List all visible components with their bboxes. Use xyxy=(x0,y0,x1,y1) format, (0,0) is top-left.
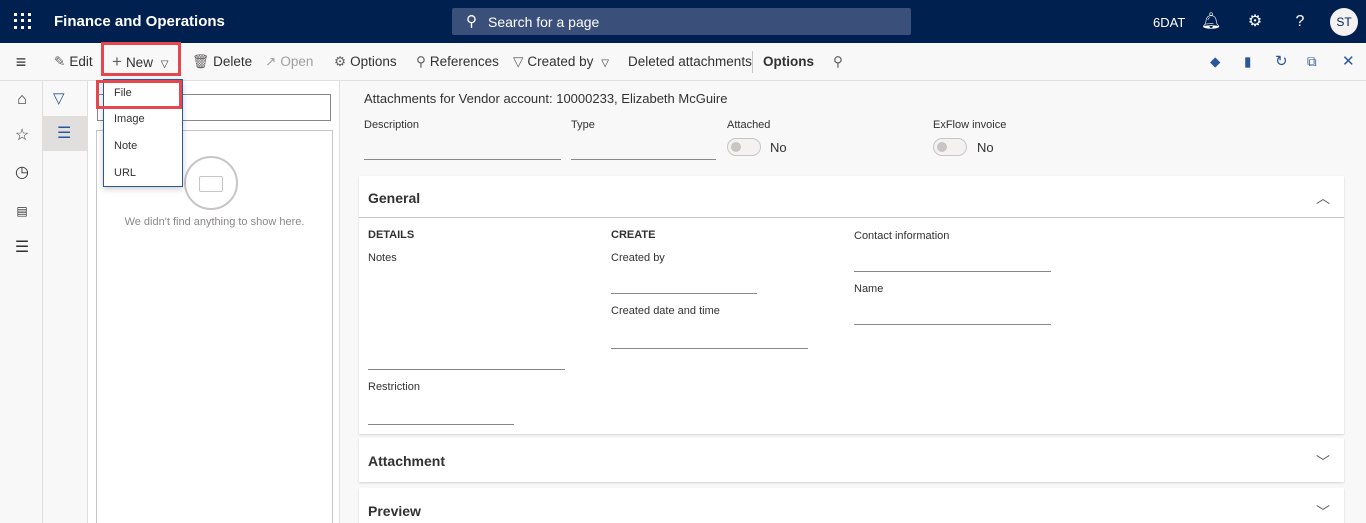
edit-label: Edit xyxy=(69,54,93,69)
app-title[interactable]: Finance and Operations xyxy=(54,13,225,30)
general-header[interactable]: General ︿ xyxy=(359,176,1344,218)
search-box[interactable]: ⚲ Search for a page xyxy=(452,8,911,35)
search-icon[interactable]: ⚲ xyxy=(833,43,843,81)
delete-button[interactable]: 🗑︎ Delete xyxy=(192,43,252,81)
exflow-label: ExFlow invoice xyxy=(933,119,1007,131)
new-button[interactable]: + New ▽ xyxy=(112,43,168,81)
empty-folder-icon xyxy=(184,156,238,210)
created-by-label: Created by xyxy=(527,54,594,69)
description-field[interactable] xyxy=(364,159,561,160)
plus-icon: + xyxy=(112,52,122,71)
create-group-header: CREATE xyxy=(611,229,656,241)
details-group-header: DETAILS xyxy=(368,229,415,241)
created-by-field[interactable] xyxy=(611,293,757,294)
attachment-fasttab[interactable]: Attachment ﹀ xyxy=(359,438,1344,482)
options-tab[interactable]: Options xyxy=(763,43,814,81)
top-navigation-bar: Finance and Operations ⚲ Search for a pa… xyxy=(0,0,1366,43)
modules-list-icon[interactable]: ☰ xyxy=(11,237,33,259)
navigation-pane: ⌂ ☆ ◷ ▤ ☰ xyxy=(0,81,43,523)
hamburger-icon[interactable]: ≡ xyxy=(10,51,32,73)
chevron-up-icon: ︿ xyxy=(1316,190,1330,206)
separator xyxy=(752,51,753,73)
preview-title: Preview xyxy=(368,503,421,519)
chevron-down-icon: ﹀ xyxy=(1316,504,1330,520)
search-icon: ⚲ xyxy=(416,54,426,69)
notes-label: Notes xyxy=(368,252,397,264)
gear-icon[interactable]: ⚙ xyxy=(1243,10,1267,34)
contact-info-field[interactable] xyxy=(854,271,1051,272)
chevron-down-icon: ﹀ xyxy=(1316,454,1330,470)
office-icon[interactable]: ▮ xyxy=(1244,43,1251,81)
pencil-icon: ✎ xyxy=(54,54,66,69)
chevron-down-icon: ▽ xyxy=(601,58,609,69)
close-icon[interactable]: ✕ xyxy=(1342,43,1355,81)
type-field[interactable] xyxy=(571,159,716,160)
options-label: Options xyxy=(350,54,397,69)
delete-label: Delete xyxy=(213,54,253,69)
menu-item-url[interactable]: URL xyxy=(104,160,182,187)
app-launcher-icon[interactable] xyxy=(8,7,36,35)
workspace-icon[interactable]: ▤ xyxy=(11,200,33,222)
home-icon[interactable]: ⌂ xyxy=(11,89,33,111)
name-field[interactable] xyxy=(854,324,1051,325)
list-pane-rail: ▽ ☰ xyxy=(43,81,88,523)
description-label: Description xyxy=(364,119,420,131)
deleted-attachments-button[interactable]: Deleted attachments xyxy=(628,43,752,81)
notes-field[interactable] xyxy=(368,369,565,370)
created-by-label: Created by xyxy=(611,252,665,264)
star-icon[interactable]: ☆ xyxy=(11,125,33,147)
attached-label: Attached xyxy=(727,119,771,131)
file-highlight xyxy=(96,80,182,109)
bell-icon[interactable]: 🔔︎ xyxy=(1199,10,1223,34)
company-picker[interactable]: 6DAT xyxy=(1153,15,1185,30)
attached-toggle[interactable] xyxy=(727,138,761,156)
action-pane: ≡ ✎ Edit + New ▽ 🗑︎ Delete ↗ Open ⚙ Options ⚲… xyxy=(0,42,1366,81)
restriction-field[interactable] xyxy=(368,424,514,425)
exflow-toggle[interactable] xyxy=(933,138,967,156)
list-view-toggle[interactable]: ☰ xyxy=(43,116,87,151)
help-icon[interactable]: ? xyxy=(1288,10,1312,34)
chevron-down-icon: ▽ xyxy=(160,59,169,70)
page-title: Attachments for Vendor account: 10000233… xyxy=(364,91,728,106)
preview-fasttab[interactable]: Preview ﹀ xyxy=(359,488,1344,523)
search-icon: ⚲ xyxy=(466,13,477,30)
list-icon: ☰ xyxy=(57,125,72,142)
search-placeholder: Search for a page xyxy=(488,14,600,30)
popout-icon[interactable]: ⧉ xyxy=(1307,43,1317,81)
created-datetime-label: Created date and time xyxy=(611,305,720,317)
open-label: Open xyxy=(280,54,314,69)
filter-icon[interactable]: ▽ xyxy=(53,89,65,107)
restriction-label: Restriction xyxy=(368,381,420,393)
type-label: Type xyxy=(571,119,595,131)
refresh-icon[interactable]: ↻ xyxy=(1275,43,1288,81)
references-label: References xyxy=(429,54,499,69)
general-fasttab: General ︿ xyxy=(359,176,1344,434)
created-datetime-field[interactable] xyxy=(611,348,808,349)
filter-icon: ▽ xyxy=(513,54,524,69)
name-label: Name xyxy=(854,283,884,295)
gear-icon: ⚙ xyxy=(334,54,347,69)
empty-state-text: We didn't find anything to show here. xyxy=(124,216,305,228)
menu-item-note[interactable]: Note xyxy=(104,133,182,160)
menu-item-image[interactable]: Image xyxy=(104,106,182,133)
new-label: New xyxy=(125,55,153,70)
avatar[interactable]: ST xyxy=(1330,8,1358,36)
contact-info-label: Contact information xyxy=(854,230,950,242)
references-button[interactable]: ⚲ References xyxy=(416,43,499,81)
attached-value: No xyxy=(770,140,787,155)
open-button[interactable]: ↗ Open xyxy=(265,43,313,81)
clock-icon[interactable]: ◷ xyxy=(11,162,33,184)
edit-button[interactable]: ✎ Edit xyxy=(54,43,93,81)
options-button[interactable]: ⚙ Options xyxy=(334,43,397,81)
general-title: General xyxy=(368,190,421,206)
open-arrow-icon: ↗ xyxy=(265,54,277,69)
trash-icon: 🗑︎ xyxy=(192,54,210,69)
exflow-value: No xyxy=(977,140,994,155)
connect-icon[interactable]: ◆ xyxy=(1210,43,1220,81)
created-by-filter-button[interactable]: ▽ Created by ▽ xyxy=(513,43,609,81)
attachment-title: Attachment xyxy=(368,453,446,469)
